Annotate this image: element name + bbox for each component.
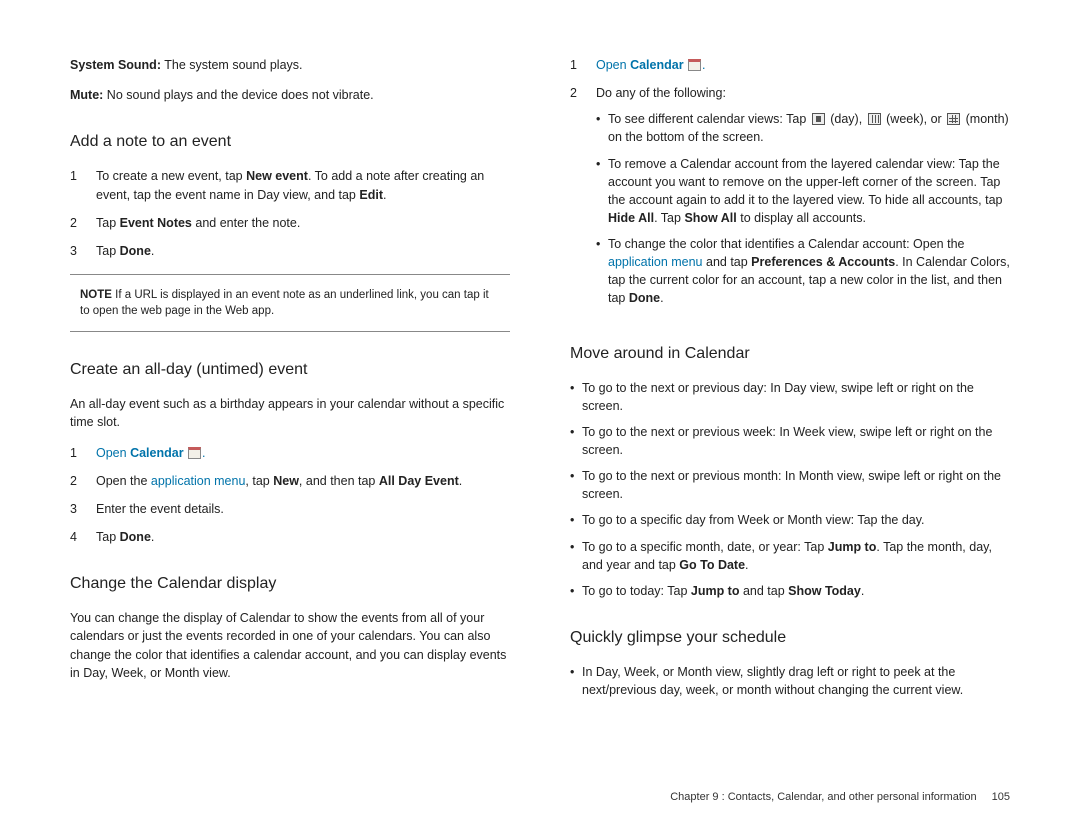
system-sound-line: System Sound: The system sound plays. [70, 56, 510, 74]
heading-move-around: Move around in Calendar [570, 342, 1010, 365]
calendar-icon [188, 447, 201, 459]
two-column-layout: System Sound: The system sound plays. Mu… [70, 56, 1010, 707]
page-number: 105 [992, 791, 1010, 803]
note-label: NOTE [80, 289, 112, 301]
footer-chapter: Chapter 9 : Contacts, Calendar, and othe… [670, 791, 976, 803]
allday-intro: An all-day event such as a birthday appe… [70, 395, 510, 431]
heading-allday: Create an all-day (untimed) event [70, 358, 510, 381]
heading-add-note: Add a note to an event [70, 130, 510, 153]
note-box: NOTE If a URL is displayed in an event n… [70, 274, 510, 332]
bullets-glimpse: In Day, Week, or Month view, slightly dr… [570, 663, 1010, 699]
heading-glimpse: Quickly glimpse your schedule [570, 626, 1010, 649]
left-column: System Sound: The system sound plays. Mu… [70, 56, 510, 707]
week-view-icon [868, 113, 881, 125]
system-sound-text: The system sound plays. [161, 58, 303, 72]
steps-allday: 1 Open Calendar . 2 Open the application… [70, 444, 510, 547]
right-column: 1 Open Calendar . 2 Do any of the follow… [570, 56, 1010, 707]
heading-change-display: Change the Calendar display [70, 572, 510, 595]
calendar-icon [688, 59, 701, 71]
system-sound-label: System Sound: [70, 58, 161, 72]
bullets-move-around: To go to the next or previous day: In Da… [570, 379, 1010, 600]
steps-change-display: 1 Open Calendar . 2 Do any of the follow… [570, 56, 1010, 316]
sub-bullets-views: To see different calendar views: Tap (da… [596, 110, 1010, 307]
steps-add-note: 1 To create a new event, tap New event. … [70, 167, 510, 260]
note-text: If a URL is displayed in an event note a… [80, 289, 489, 317]
mute-text: No sound plays and the device does not v… [103, 88, 373, 102]
month-view-icon [947, 113, 960, 125]
day-view-icon [812, 113, 825, 125]
page-footer: Chapter 9 : Contacts, Calendar, and othe… [670, 790, 1010, 806]
mute-line: Mute: No sound plays and the device does… [70, 86, 510, 104]
change-display-intro: You can change the display of Calendar t… [70, 609, 510, 682]
mute-label: Mute: [70, 88, 103, 102]
